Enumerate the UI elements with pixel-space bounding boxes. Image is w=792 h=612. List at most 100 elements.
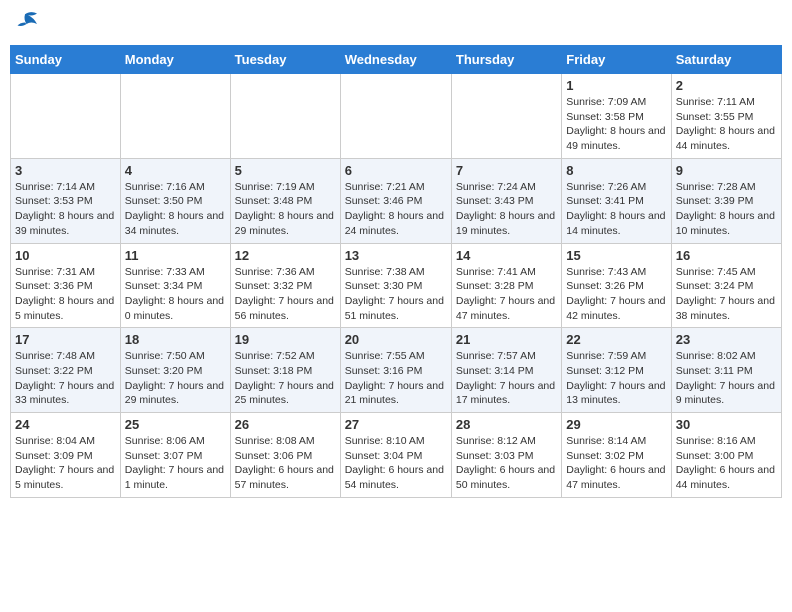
day-info: Sunrise: 7:33 AM Sunset: 3:34 PM Dayligh… [125,265,226,324]
calendar-cell [340,74,451,159]
calendar-cell: 14 Sunrise: 7:41 AM Sunset: 3:28 PM Dayli… [451,243,561,328]
calendar-cell: 25 Sunrise: 8:06 AM Sunset: 3:07 PM Dayli… [120,413,230,498]
header-wednesday: Wednesday [340,46,451,74]
day-number: 2 [676,78,777,93]
day-info: Sunrise: 7:19 AM Sunset: 3:48 PM Dayligh… [235,180,336,239]
day-number: 21 [456,332,557,347]
day-number: 15 [566,248,666,263]
day-number: 5 [235,163,336,178]
day-info: Sunrise: 7:21 AM Sunset: 3:46 PM Dayligh… [345,180,447,239]
day-number: 27 [345,417,447,432]
day-number: 23 [676,332,777,347]
day-number: 4 [125,163,226,178]
day-number: 8 [566,163,666,178]
logo [10,10,44,37]
day-number: 30 [676,417,777,432]
day-info: Sunrise: 7:45 AM Sunset: 3:24 PM Dayligh… [676,265,777,324]
calendar-cell: 5 Sunrise: 7:19 AM Sunset: 3:48 PM Daylig… [230,158,340,243]
header-friday: Friday [562,46,671,74]
calendar-cell: 10 Sunrise: 7:31 AM Sunset: 3:36 PM Dayli… [11,243,121,328]
day-number: 16 [676,248,777,263]
day-number: 3 [15,163,116,178]
day-info: Sunrise: 8:12 AM Sunset: 3:03 PM Dayligh… [456,434,557,493]
day-number: 9 [676,163,777,178]
day-number: 12 [235,248,336,263]
day-info: Sunrise: 7:24 AM Sunset: 3:43 PM Dayligh… [456,180,557,239]
calendar-cell: 9 Sunrise: 7:28 AM Sunset: 3:39 PM Daylig… [671,158,781,243]
calendar-cell: 27 Sunrise: 8:10 AM Sunset: 3:04 PM Dayli… [340,413,451,498]
calendar-cell: 2 Sunrise: 7:11 AM Sunset: 3:55 PM Daylig… [671,74,781,159]
day-info: Sunrise: 7:43 AM Sunset: 3:26 PM Dayligh… [566,265,666,324]
day-info: Sunrise: 7:41 AM Sunset: 3:28 PM Dayligh… [456,265,557,324]
header-monday: Monday [120,46,230,74]
day-number: 26 [235,417,336,432]
day-number: 28 [456,417,557,432]
day-info: Sunrise: 7:52 AM Sunset: 3:18 PM Dayligh… [235,349,336,408]
calendar-cell: 3Sunrise: 7:14 AM Sunset: 3:53 PM Daylig… [11,158,121,243]
day-info: Sunrise: 8:16 AM Sunset: 3:00 PM Dayligh… [676,434,777,493]
logo-bird-icon [10,10,40,32]
calendar-cell [120,74,230,159]
calendar-cell: 26 Sunrise: 8:08 AM Sunset: 3:06 PM Dayli… [230,413,340,498]
day-number: 25 [125,417,226,432]
day-number: 24 [15,417,116,432]
day-info: Sunrise: 7:38 AM Sunset: 3:30 PM Dayligh… [345,265,447,324]
day-number: 18 [125,332,226,347]
calendar-cell: 21 Sunrise: 7:57 AM Sunset: 3:14 PM Dayli… [451,328,561,413]
day-number: 13 [345,248,447,263]
day-number: 1 [566,78,666,93]
day-info: Sunrise: 7:59 AM Sunset: 3:12 PM Dayligh… [566,349,666,408]
header-saturday: Saturday [671,46,781,74]
calendar-cell: 19 Sunrise: 7:52 AM Sunset: 3:18 PM Dayli… [230,328,340,413]
page-header [10,10,782,37]
day-number: 7 [456,163,557,178]
day-number: 14 [456,248,557,263]
day-number: 17 [15,332,116,347]
day-number: 11 [125,248,226,263]
day-info: Sunrise: 8:14 AM Sunset: 3:02 PM Dayligh… [566,434,666,493]
header-thursday: Thursday [451,46,561,74]
day-info: Sunrise: 7:26 AM Sunset: 3:41 PM Dayligh… [566,180,666,239]
calendar-cell: 12 Sunrise: 7:36 AM Sunset: 3:32 PM Dayli… [230,243,340,328]
day-info: Sunrise: 8:08 AM Sunset: 3:06 PM Dayligh… [235,434,336,493]
day-info: Sunrise: 7:36 AM Sunset: 3:32 PM Dayligh… [235,265,336,324]
calendar-cell [230,74,340,159]
calendar-cell: 24 Sunrise: 8:04 AM Sunset: 3:09 PM Dayli… [11,413,121,498]
calendar-cell: 7 Sunrise: 7:24 AM Sunset: 3:43 PM Daylig… [451,158,561,243]
calendar-cell: 17 Sunrise: 7:48 AM Sunset: 3:22 PM Dayli… [11,328,121,413]
day-info: Sunrise: 7:31 AM Sunset: 3:36 PM Dayligh… [15,265,116,324]
calendar-cell: 28 Sunrise: 8:12 AM Sunset: 3:03 PM Dayli… [451,413,561,498]
calendar-cell: 15 Sunrise: 7:43 AM Sunset: 3:26 PM Dayli… [562,243,671,328]
calendar-cell: 18 Sunrise: 7:50 AM Sunset: 3:20 PM Dayli… [120,328,230,413]
header-sunday: Sunday [11,46,121,74]
day-info: Sunrise: 7:28 AM Sunset: 3:39 PM Dayligh… [676,180,777,239]
day-info: Sunrise: 8:10 AM Sunset: 3:04 PM Dayligh… [345,434,447,493]
day-info: Sunrise: 7:11 AM Sunset: 3:55 PM Dayligh… [676,95,777,154]
header-tuesday: Tuesday [230,46,340,74]
day-info: Sunrise: 7:55 AM Sunset: 3:16 PM Dayligh… [345,349,447,408]
day-info: Sunrise: 8:02 AM Sunset: 3:11 PM Dayligh… [676,349,777,408]
calendar-table: Sunday Monday Tuesday Wednesday Thursday… [10,45,782,498]
calendar-cell: 22Sunrise: 7:59 AM Sunset: 3:12 PM Dayli… [562,328,671,413]
day-number: 10 [15,248,116,263]
calendar-cell: 1 Sunrise: 7:09 AM Sunset: 3:58 PM Daylig… [562,74,671,159]
day-number: 19 [235,332,336,347]
calendar-cell: 29 Sunrise: 8:14 AM Sunset: 3:02 PM Dayli… [562,413,671,498]
day-info: Sunrise: 8:06 AM Sunset: 3:07 PM Dayligh… [125,434,226,493]
calendar-cell [451,74,561,159]
day-info: Sunrise: 7:48 AM Sunset: 3:22 PM Dayligh… [15,349,116,408]
day-number: 29 [566,417,666,432]
calendar-cell: 13 Sunrise: 7:38 AM Sunset: 3:30 PM Dayli… [340,243,451,328]
calendar-cell: 6Sunrise: 7:21 AM Sunset: 3:46 PM Daylig… [340,158,451,243]
day-info: Sunrise: 7:50 AM Sunset: 3:20 PM Dayligh… [125,349,226,408]
day-number: 20 [345,332,447,347]
day-info: Sunrise: 8:04 AM Sunset: 3:09 PM Dayligh… [15,434,116,493]
calendar-cell: 4 Sunrise: 7:16 AM Sunset: 3:50 PM Daylig… [120,158,230,243]
day-info: Sunrise: 7:57 AM Sunset: 3:14 PM Dayligh… [456,349,557,408]
day-info: Sunrise: 7:09 AM Sunset: 3:58 PM Dayligh… [566,95,666,154]
calendar-cell: 11 Sunrise: 7:33 AM Sunset: 3:34 PM Dayli… [120,243,230,328]
calendar-cell: 20 Sunrise: 7:55 AM Sunset: 3:16 PM Dayli… [340,328,451,413]
calendar-cell: 8 Sunrise: 7:26 AM Sunset: 3:41 PM Daylig… [562,158,671,243]
calendar-header-row: Sunday Monday Tuesday Wednesday Thursday… [11,46,782,74]
day-info: Sunrise: 7:16 AM Sunset: 3:50 PM Dayligh… [125,180,226,239]
